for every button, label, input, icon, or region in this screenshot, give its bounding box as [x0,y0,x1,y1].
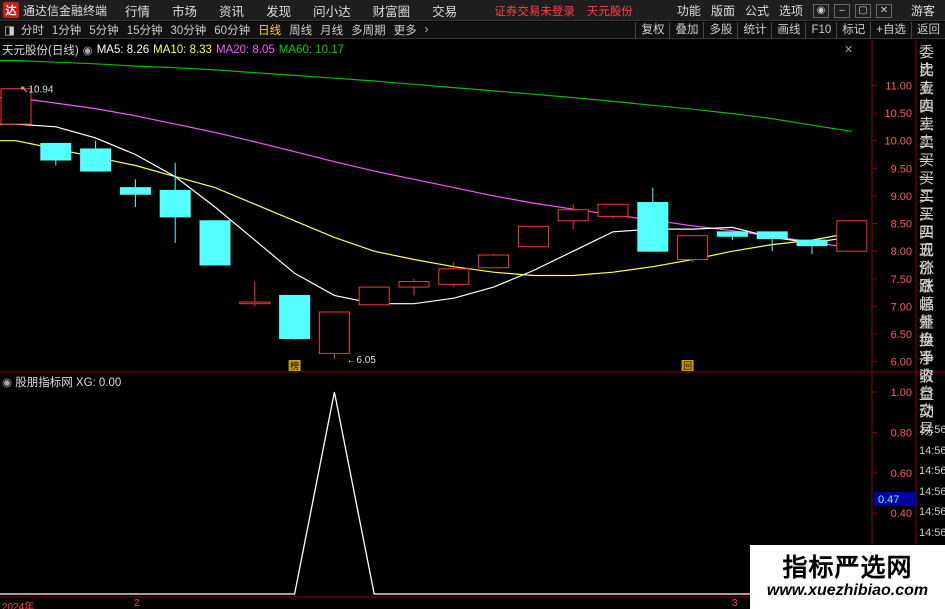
ytick-label: 8.50 [891,219,912,231]
quote-row-label: 卖一 [919,134,935,169]
sub-ytick-label: 0.80 [891,427,912,439]
quote-row-label: 卖五 [919,62,935,97]
quote-row-label: 委比 [919,44,935,79]
ma60-line [0,59,852,132]
ma20-line [0,96,852,249]
candle-up [597,203,629,217]
candle-down [716,231,748,237]
date-axis-year: 2024年 [2,602,35,609]
ytick-label: 10.50 [884,108,912,120]
ytick-label: 6.50 [891,329,912,341]
tick-time: 14:56 [919,526,945,539]
tick-time: 14:56 [919,424,945,436]
candle-up [836,220,868,252]
quote-row-label: 卖三 [919,98,935,133]
ytick-label: 9.00 [891,191,912,203]
auto-trade-label[interactable]: 自动 [919,385,945,420]
watermark-url: www.xuezhibiao.com [766,582,929,599]
candle-down [796,239,828,247]
candle-up [557,209,589,222]
quote-row-label: 卖四 [919,80,935,115]
candle-down [40,142,72,161]
date-axis-month-2: 2 [134,598,140,609]
sub-ytick-label: 0.60 [891,468,912,480]
quote-row-label: 卖二 [919,116,935,151]
candle-up [398,281,430,288]
quote-row-label: 现价 [919,242,935,277]
candle-down [637,202,669,252]
tick-time: 14:56 [919,485,945,498]
cursor-value-label: 0.47 [878,494,899,506]
candle-down [119,187,151,195]
candle-up [517,225,549,248]
watermark-overlay: 指标严选网 www.xuezhibiao.com [750,545,945,609]
candle-up [318,311,350,354]
low-price-marker: ←6.05 [346,355,376,366]
quote-row-label: 换手 [919,332,935,367]
marker-hui-label: 回 [683,361,692,372]
ytick-label: 10.00 [884,136,912,148]
ytick-label: 11.00 [885,80,912,92]
quote-row-label: 总量 [919,296,935,331]
ytick-label: 7.00 [891,301,912,313]
marker-bang-label: 榜 [290,360,299,372]
quote-row-label: 买三 [919,188,935,223]
auto-trade-label[interactable]: 交易 [919,403,945,438]
quote-row-label: 收益 [919,368,935,403]
watermark-title: 指标严选网 [782,554,913,582]
ytick-label: 7.50 [891,274,912,286]
candle-up [239,301,271,305]
candle-up [358,286,390,306]
quote-sidebar: 委比 卖五 卖四 卖三 卖二 卖一 买一 买二 买三 买四 买五 现价 涨跌 涨幅 总量 外盘 换手 净资 收益 [919,44,945,403]
quote-row-label: 外盘 [919,314,935,349]
ytick-label: 8.00 [891,246,912,258]
date-axis-month-3: 3 [732,598,738,609]
tick-time: 14:56 [919,506,945,518]
quote-row-label: 买四 [919,206,935,241]
high-price-marker: ↖10.94 [20,85,54,96]
quote-row-label: 涨幅 [919,278,935,313]
quote-row-label: 买一 [919,152,935,187]
candle-down [80,148,112,172]
candle-down [756,231,788,239]
ma10-line [0,140,852,277]
candle-down [279,294,311,340]
xg-series-line [0,391,852,595]
quote-row-label: 买五 [919,224,935,259]
ytick-label: 6.00 [891,357,912,369]
ma5-line [0,123,852,305]
candle-down [159,189,191,218]
quote-row-label: 净资 [919,350,935,385]
candle-up [677,235,709,260]
tick-time: 14:56 [919,465,945,477]
sub-ytick-label: 0.40 [891,508,912,520]
quote-row-label: 买二 [919,170,935,205]
sub-ytick-label: 1.00 [891,387,912,399]
tick-time: 14:56 [919,444,945,457]
candle-up [478,254,510,269]
quote-row-label: 涨跌 [919,260,935,295]
candle-up [438,268,470,285]
candle-down [199,220,231,266]
ytick-label: 9.50 [891,163,912,175]
kline-chart[interactable]: 11.00 10.50 10.00 9.50 9.00 8.50 8.00 7.50 7.00 6… [0,0,945,609]
date-axis: 2024年 2 3 [0,598,750,609]
